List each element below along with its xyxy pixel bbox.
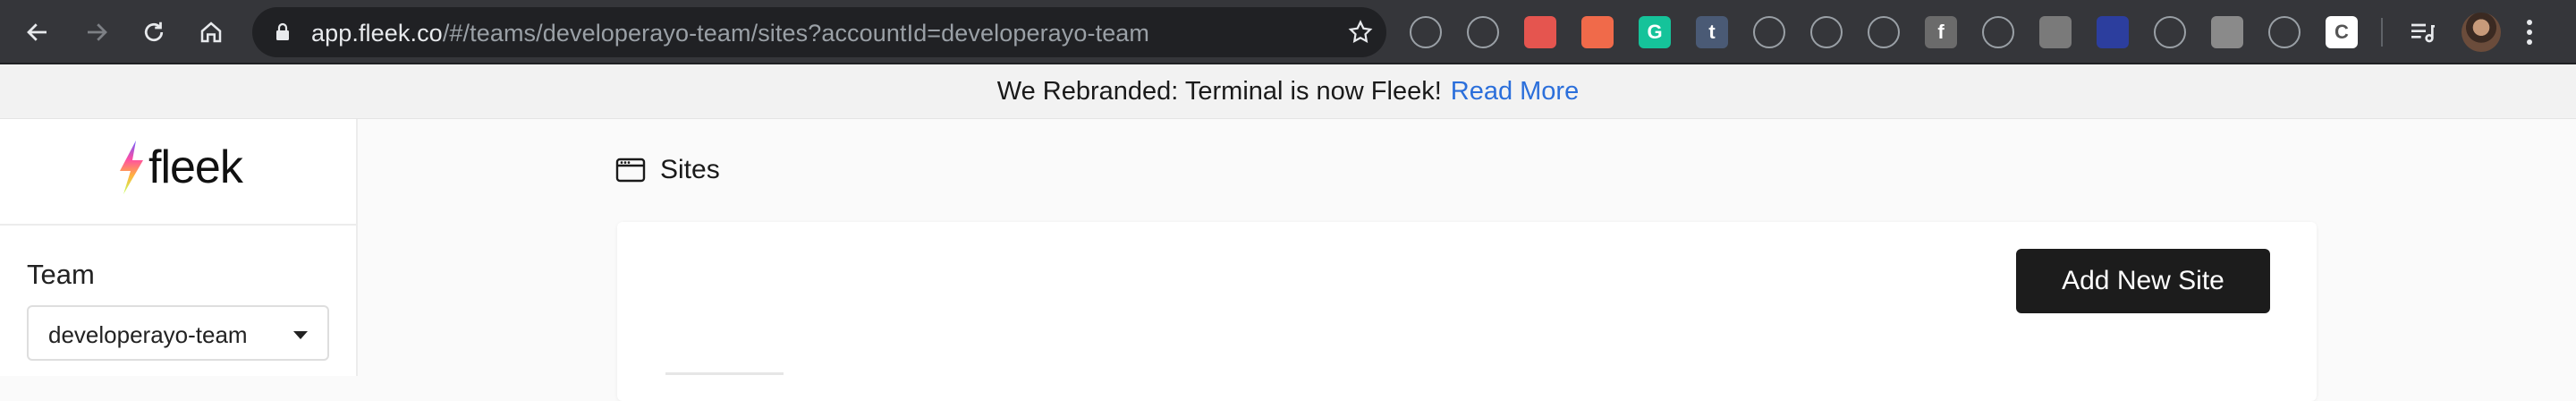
fleek-bolt-logo-icon — [120, 141, 143, 194]
bookmark-star-icon[interactable] — [1347, 19, 1374, 46]
puzzle-extension-icon[interactable] — [1753, 16, 1785, 48]
logo-area[interactable]: fleek — [0, 119, 356, 226]
facebook-extension-icon[interactable]: f — [1925, 16, 1957, 48]
page-header: Sites — [615, 154, 720, 186]
tumblr-extension-icon[interactable]: t — [1696, 16, 1728, 48]
browser-menu-icon[interactable] — [2524, 18, 2535, 47]
tab-underline — [665, 372, 784, 375]
spiral-extension-icon[interactable] — [2154, 16, 2186, 48]
clipboard-extension-icon[interactable]: C — [2326, 16, 2358, 48]
react-devtools-extension-icon[interactable] — [1467, 16, 1499, 48]
media-controls-icon[interactable] — [2406, 16, 2438, 48]
read-more-link[interactable]: Read More — [1451, 77, 1579, 107]
back-button[interactable] — [18, 13, 57, 52]
address-bar[interactable]: app.fleek.co/#/teams/developerayo-team/s… — [252, 7, 1386, 57]
url-path: /#/teams/developerayo-team/sites?account… — [442, 20, 1150, 47]
url-text: app.fleek.co/#/teams/developerayo-team/s… — [311, 20, 1149, 47]
thumbs-up-extension-icon[interactable] — [2268, 16, 2301, 48]
cursor-extension-icon[interactable] — [2097, 16, 2129, 48]
url-host: app.fleek.co — [311, 20, 443, 47]
grammarly-extension-icon[interactable]: G — [1639, 16, 1671, 48]
crop-extension-icon[interactable] — [1982, 16, 2014, 48]
forward-button[interactable] — [77, 13, 116, 52]
logo-text: fleek — [148, 141, 243, 193]
browser-window-icon — [615, 158, 646, 183]
sidebar: fleek Team developerayo-team — [0, 119, 358, 376]
video-extension-icon[interactable] — [1524, 16, 1556, 48]
team-label: Team — [27, 259, 95, 290]
reload-icon — [144, 21, 164, 42]
camera-extension-icon[interactable] — [1868, 16, 1900, 48]
clock-extension-icon[interactable] — [2211, 16, 2243, 48]
lock-icon — [276, 22, 289, 40]
reload-button[interactable] — [134, 13, 174, 52]
avatar-extension-icon[interactable] — [1581, 16, 1614, 48]
toolbar-divider — [2381, 18, 2383, 47]
caret-down-icon — [293, 331, 308, 339]
back-icon — [27, 23, 47, 41]
diamond-extension-icon[interactable] — [1810, 16, 1843, 48]
team-select[interactable]: developerayo-team — [27, 305, 329, 361]
rebrand-banner: We Rebranded: Terminal is now Fleek! Rea… — [0, 64, 2576, 119]
home-button[interactable] — [191, 13, 231, 52]
add-new-site-button[interactable]: Add New Site — [2016, 249, 2270, 313]
team-select-value: developerayo-team — [48, 321, 248, 348]
forward-icon — [88, 23, 107, 41]
page-title: Sites — [660, 155, 720, 184]
dots-extension-icon[interactable] — [2039, 16, 2072, 48]
profile-avatar[interactable] — [2462, 13, 2501, 52]
browser-toolbar: app.fleek.co/#/teams/developerayo-team/s… — [0, 0, 2576, 64]
home-icon — [200, 21, 222, 43]
sites-card: Add New Site — [617, 222, 2317, 401]
banner-text: We Rebranded: Terminal is now Fleek! — [996, 76, 1442, 106]
eyedropper-extension-icon[interactable] — [1410, 16, 1442, 48]
